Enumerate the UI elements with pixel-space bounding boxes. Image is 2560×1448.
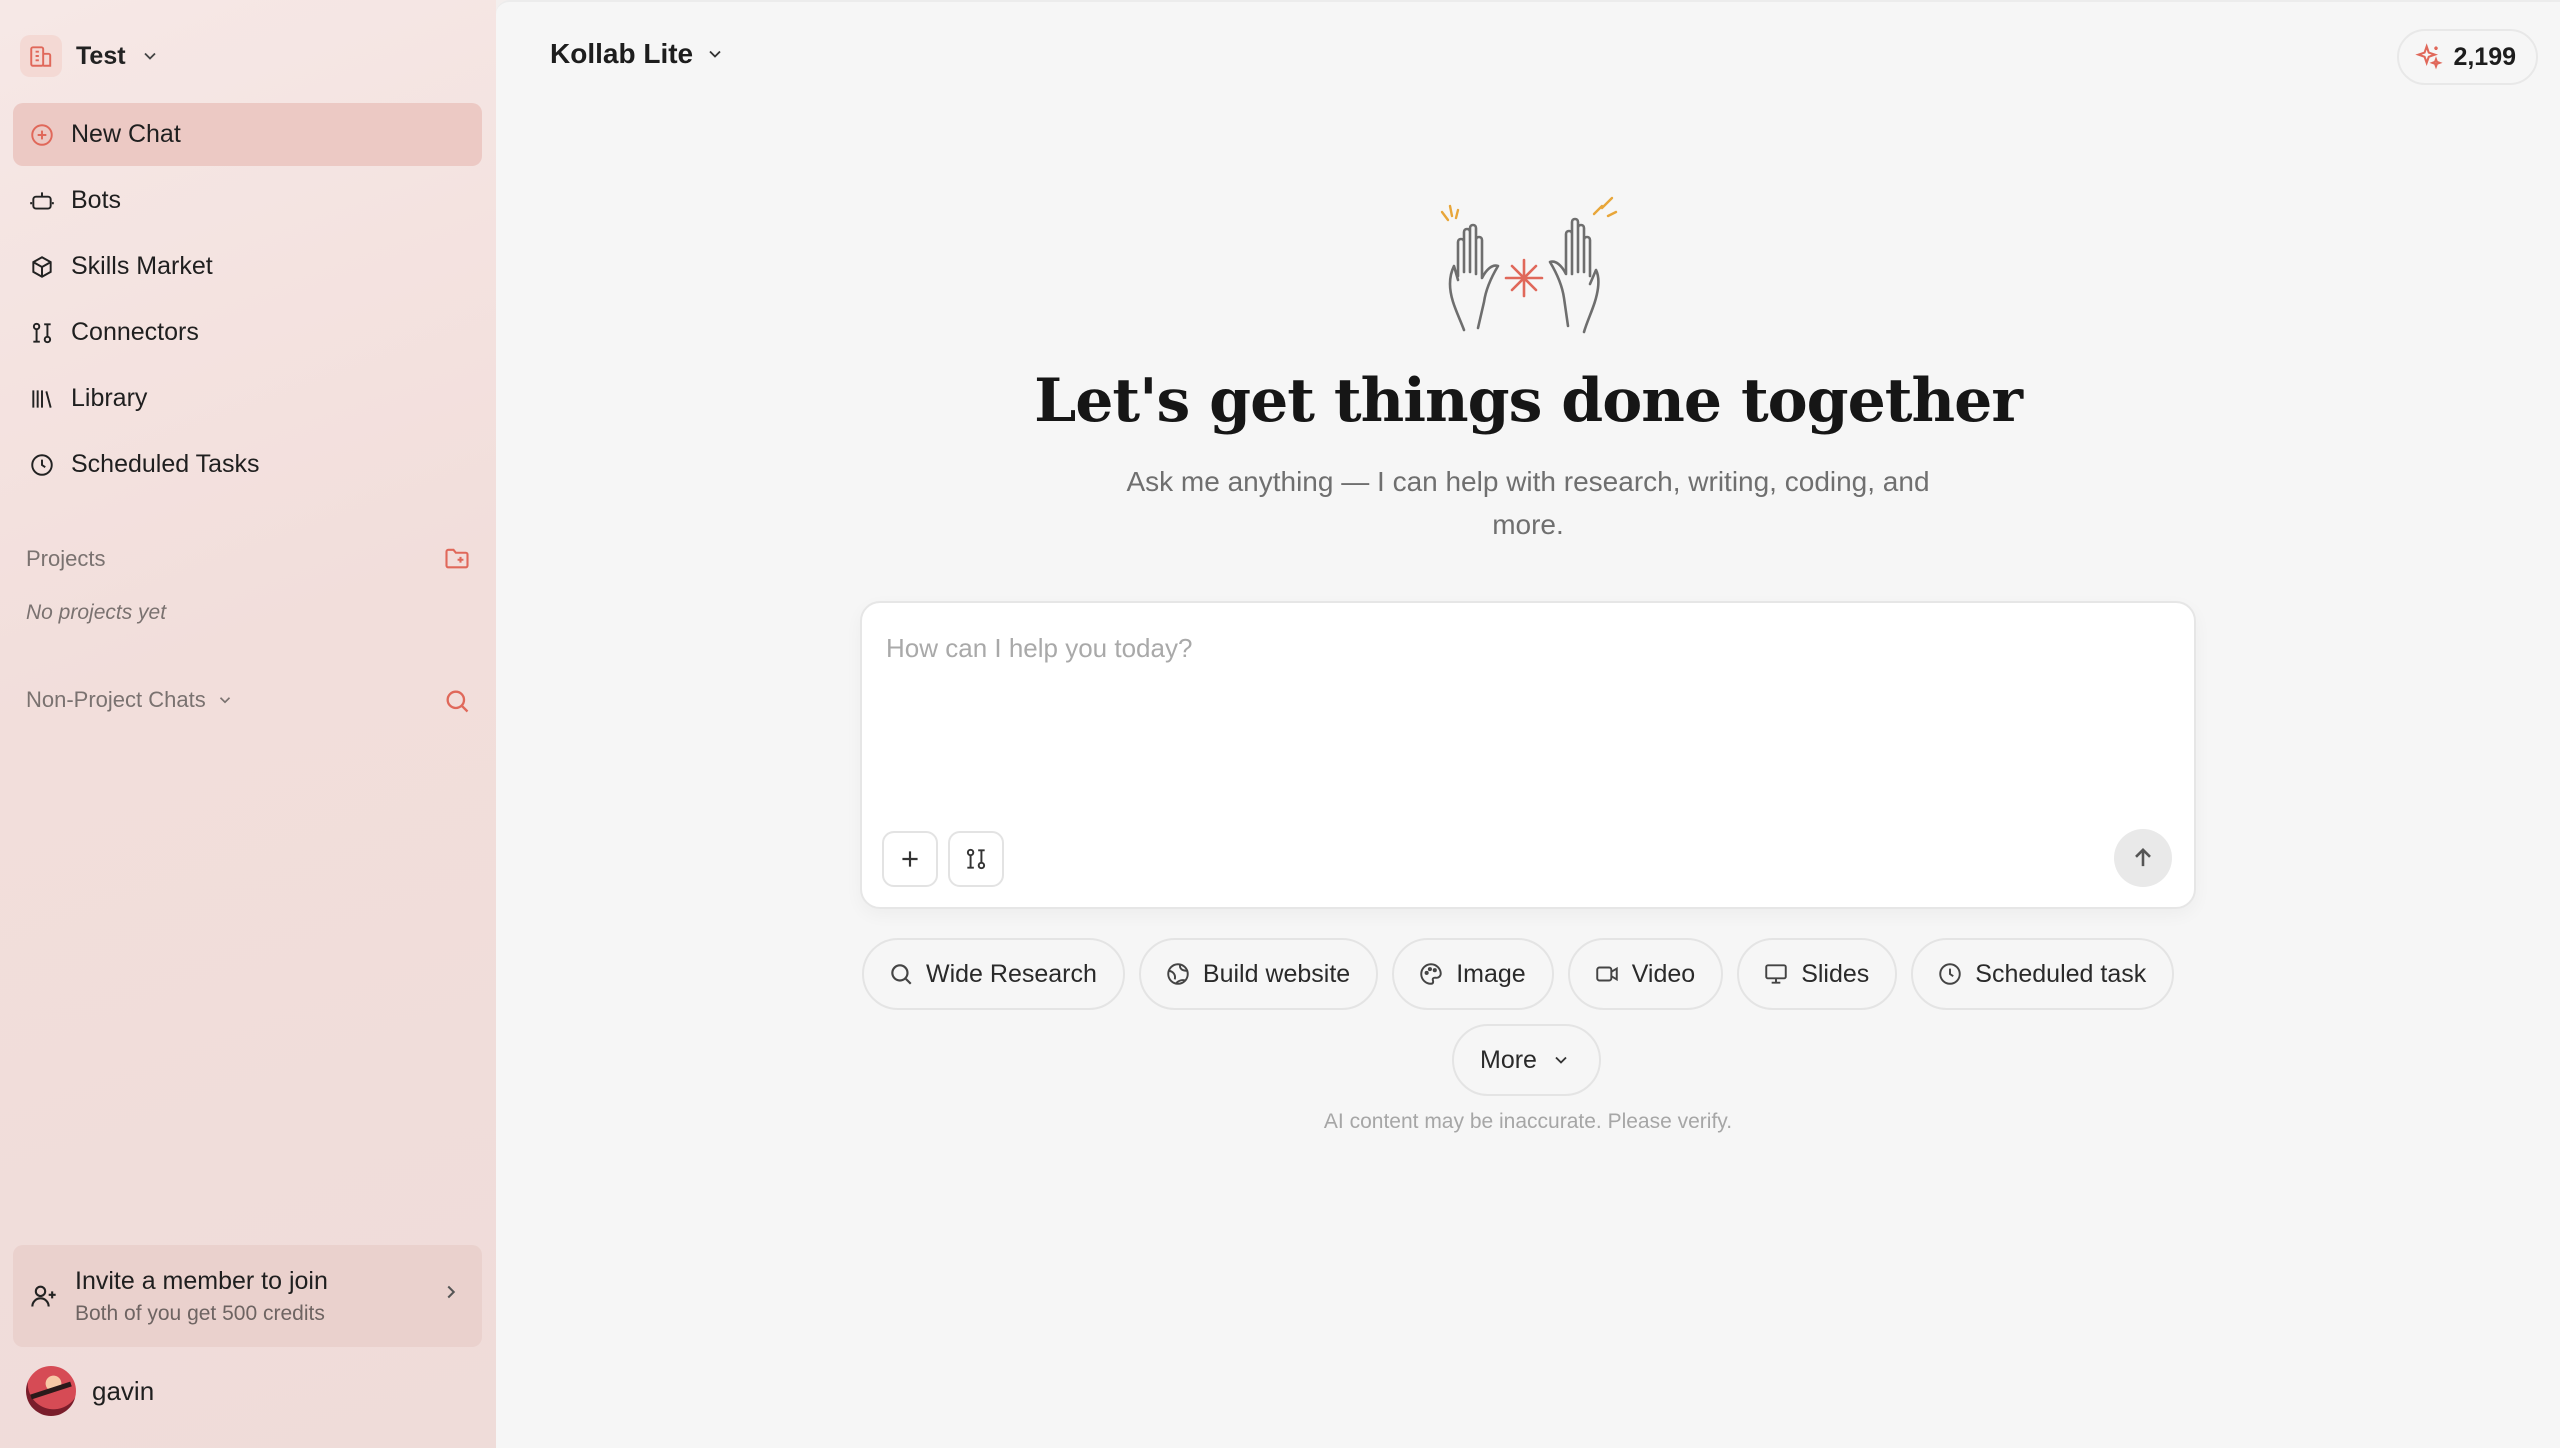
chip-wide-research[interactable]: Wide Research [862, 938, 1125, 1010]
workspace-switcher[interactable]: Test [20, 34, 160, 78]
building-icon [20, 35, 62, 77]
chip-label: Video [1631, 959, 1696, 988]
credits-count: 2,199 [2453, 42, 2516, 71]
chevron-right-icon [447, 1285, 456, 1299]
search-chats-icon[interactable] [440, 684, 474, 718]
invite-title: Invite a member to join [75, 1266, 328, 1295]
more-label: More [1480, 1045, 1537, 1074]
sidebar-item-label: Skills Market [71, 252, 213, 280]
sidebar-item-scheduled-tasks[interactable]: Scheduled Tasks [13, 433, 482, 496]
projects-empty-text: No projects yet [26, 601, 167, 624]
library-icon [27, 384, 57, 414]
chevron-down-icon [219, 697, 230, 704]
chevron-down-icon [1555, 1056, 1567, 1064]
page-title: Let's get things done together [1034, 366, 2023, 436]
connector-icon [27, 318, 57, 348]
plus-circle-icon [27, 120, 57, 150]
palette-icon [1420, 963, 1442, 985]
globe-icon [1167, 963, 1189, 985]
chip-scheduled-task[interactable]: Scheduled task [1911, 938, 2175, 1010]
new-folder-icon[interactable] [440, 541, 474, 575]
chip-slides[interactable]: Slides [1737, 938, 1898, 1010]
cube-icon [27, 252, 57, 282]
chip-label: Build website [1202, 959, 1351, 988]
clock-icon [27, 450, 57, 480]
chip-video[interactable]: Video [1567, 938, 1724, 1010]
chevron-down-icon [143, 52, 156, 60]
user-profile[interactable]: gavin [26, 1366, 154, 1416]
plus-icon [902, 851, 918, 867]
user-name: gavin [92, 1375, 155, 1406]
connectors-button[interactable] [948, 831, 1004, 887]
sidebar-item-skills-market[interactable]: Skills Market [13, 235, 482, 298]
arrow-up-icon [2135, 848, 2151, 867]
search-icon [891, 964, 912, 985]
chevron-down-icon [709, 50, 721, 58]
non-project-chats-heading: Non-Project Chats [26, 687, 206, 712]
prompt-composer[interactable]: How can I help you today? [860, 601, 2196, 909]
sidebar-item-connectors[interactable]: Connectors [13, 301, 482, 364]
quick-action-chips: Wide Research Build website Image Video … [862, 938, 2188, 1010]
credits-badge[interactable]: 2,199 [2397, 29, 2538, 85]
sidebar-item-bots[interactable]: Bots [13, 169, 482, 232]
model-selector[interactable]: Kollab Lite [550, 38, 725, 70]
chip-image[interactable]: Image [1392, 938, 1554, 1010]
sidebar-item-label: Library [71, 384, 148, 412]
send-button[interactable] [2114, 829, 2172, 887]
presentation-icon [1765, 964, 1787, 984]
prompt-input[interactable]: How can I help you today? [886, 633, 1192, 664]
sidebar-item-label: Connectors [71, 318, 199, 346]
avatar [26, 1366, 76, 1416]
sparkle-icon [2415, 43, 2444, 70]
user-plus-icon [27, 1279, 61, 1313]
sidebar-item-library[interactable]: Library [13, 367, 482, 430]
chip-label: Image [1456, 959, 1526, 988]
chip-label: Wide Research [926, 959, 1097, 988]
page-subtitle: Ask me anything — I can help with resear… [1126, 466, 1930, 540]
bot-icon [27, 186, 57, 216]
chip-label: Slides [1801, 959, 1870, 988]
model-name: Kollab Lite [550, 38, 694, 69]
invite-subtitle: Both of you get 500 credits [75, 1301, 325, 1325]
sidebar-item-label: Bots [71, 186, 122, 214]
sidebar-item-label: New Chat [71, 120, 181, 148]
clock-icon [1939, 963, 1962, 985]
connector-icon [966, 848, 986, 870]
sidebar-item-new-chat[interactable]: New Chat [13, 103, 482, 166]
main-panel: Kollab Lite 2,199 Let's get things done … [496, 0, 2560, 1448]
projects-heading: Projects [26, 546, 106, 571]
ai-disclaimer: AI content may be inaccurate. Please ver… [1323, 1110, 1733, 1133]
non-project-chats-toggle[interactable]: Non-Project Chats [26, 687, 234, 713]
video-icon [1595, 966, 1618, 982]
attach-button[interactable] [882, 831, 938, 887]
chip-label: Scheduled task [1975, 959, 2147, 988]
sidebar: Test New Chat Bots Skills Market Connect… [0, 0, 496, 1448]
invite-member-card[interactable]: Invite a member to join Both of you get … [13, 1245, 482, 1347]
chip-build-website[interactable]: Build website [1138, 938, 1379, 1010]
workspace-name: Test [76, 41, 126, 70]
more-button[interactable]: More [1452, 1024, 1601, 1096]
sidebar-item-label: Scheduled Tasks [71, 450, 260, 478]
high-five-illustration [1440, 196, 1618, 334]
